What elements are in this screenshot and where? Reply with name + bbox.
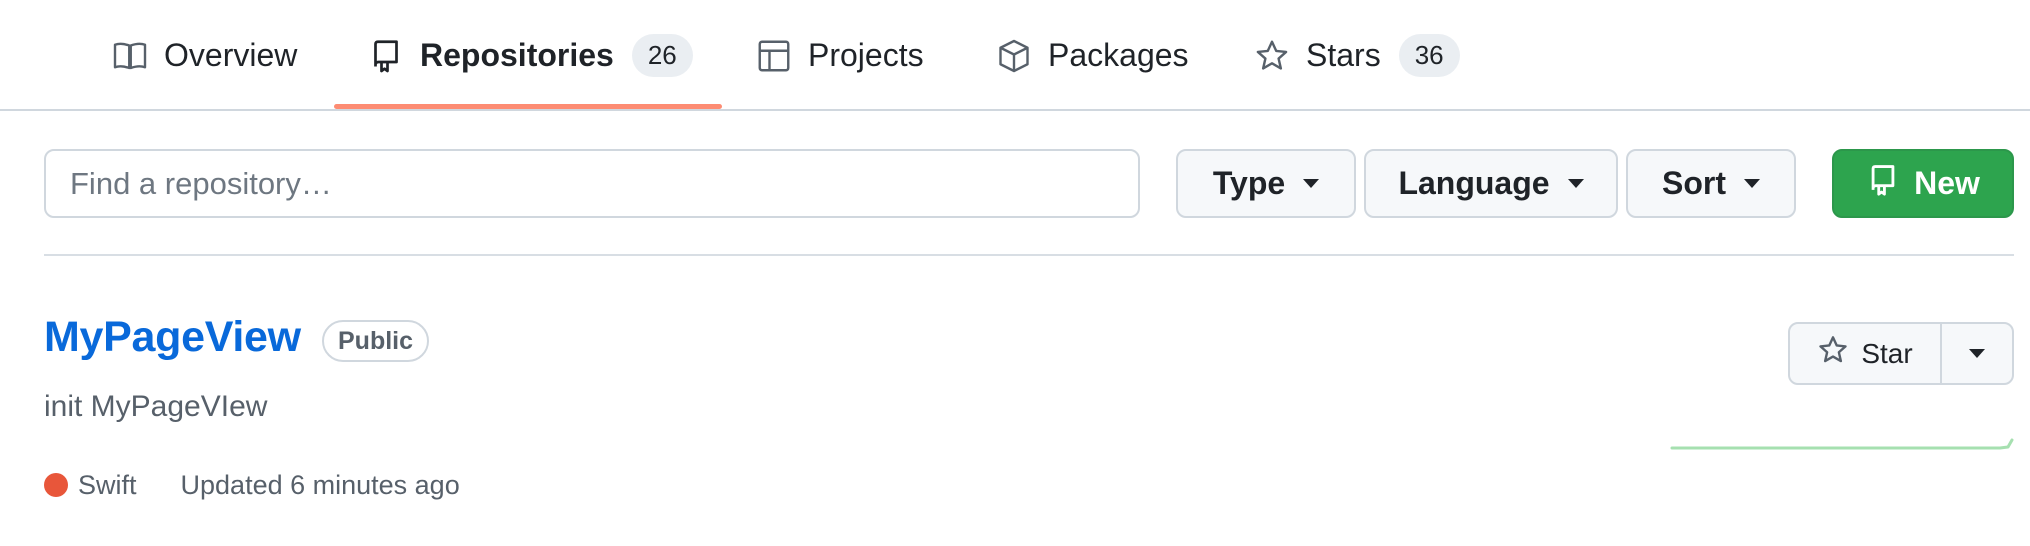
repository-meta: Swift Updated 6 minutes ago bbox=[44, 468, 460, 502]
profile-repositories-page: Overview Repositories 26 Projects Packag… bbox=[0, 0, 2030, 546]
sort-filter-button[interactable]: Sort bbox=[1626, 149, 1796, 218]
repo-icon bbox=[1866, 163, 1900, 205]
book-icon bbox=[112, 38, 148, 74]
chevron-down-icon bbox=[1567, 179, 1584, 188]
repository-updated-time: Updated 6 minutes ago bbox=[180, 469, 460, 500]
table-icon bbox=[756, 38, 792, 74]
tab-stars-label: Stars bbox=[1306, 37, 1381, 73]
repositories-count-badge: 26 bbox=[631, 34, 693, 77]
tab-repositories[interactable]: Repositories 26 bbox=[368, 0, 693, 111]
star-lists-dropdown-button[interactable] bbox=[1942, 324, 2012, 383]
repository-name-link[interactable]: MyPageView bbox=[44, 313, 301, 362]
language-filter-button[interactable]: Language bbox=[1364, 149, 1618, 218]
sort-filter-label: Sort bbox=[1662, 165, 1726, 201]
chevron-down-icon bbox=[1969, 349, 1985, 358]
tab-packages[interactable]: Packages bbox=[996, 0, 1189, 111]
tab-stars[interactable]: Stars 36 bbox=[1254, 0, 1460, 111]
list-divider bbox=[44, 254, 2014, 256]
language-filter-label: Language bbox=[1398, 165, 1550, 201]
chevron-down-icon bbox=[1303, 179, 1320, 188]
chevron-down-icon bbox=[1744, 179, 1760, 188]
tab-packages-label: Packages bbox=[1048, 37, 1189, 73]
package-icon bbox=[996, 38, 1032, 74]
new-button-label: New bbox=[1914, 165, 1980, 201]
profile-tab-nav: Overview Repositories 26 Projects Packag… bbox=[0, 0, 2030, 111]
star-icon bbox=[1254, 38, 1290, 74]
repo-icon bbox=[368, 38, 404, 74]
repository-search-input[interactable] bbox=[44, 149, 1140, 218]
star-button-group: Star bbox=[1788, 322, 2014, 385]
star-icon bbox=[1817, 334, 1849, 373]
activity-sparkline bbox=[1670, 438, 2014, 450]
star-button[interactable]: Star bbox=[1790, 324, 1942, 383]
visibility-badge: Public bbox=[322, 320, 430, 362]
new-repository-button[interactable]: New bbox=[1832, 149, 2014, 218]
repository-language: Swift bbox=[78, 469, 137, 500]
active-tab-underline bbox=[334, 104, 722, 109]
star-button-label: Star bbox=[1861, 337, 1913, 369]
type-filter-button[interactable]: Type bbox=[1176, 149, 1356, 218]
tab-overview-label: Overview bbox=[164, 37, 298, 73]
language-color-dot bbox=[44, 473, 68, 497]
tab-projects[interactable]: Projects bbox=[756, 0, 924, 111]
stars-count-badge: 36 bbox=[1398, 34, 1460, 77]
repository-description: init MyPageVIew bbox=[44, 390, 268, 423]
tab-overview[interactable]: Overview bbox=[112, 0, 297, 111]
tab-projects-label: Projects bbox=[808, 37, 924, 73]
type-filter-label: Type bbox=[1212, 165, 1286, 201]
tab-repositories-label: Repositories bbox=[420, 37, 614, 73]
